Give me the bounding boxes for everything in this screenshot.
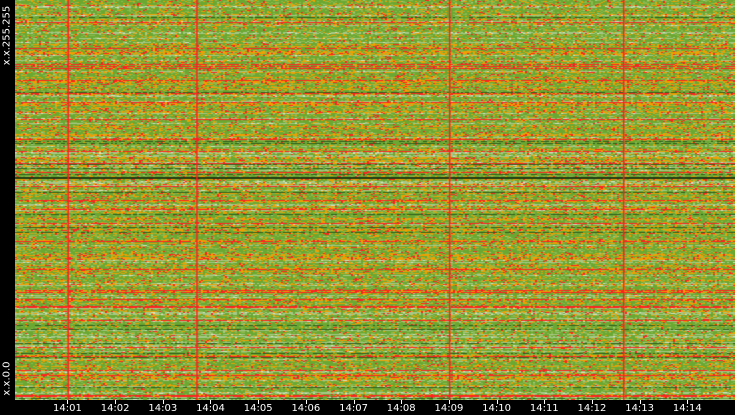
heatmap-canvas[interactable]: [15, 0, 735, 400]
x-tick-label: 14:08: [386, 403, 416, 414]
x-tick-label: 14:09: [434, 403, 464, 414]
x-axis: 14:01 14:02 14:03 14:04 14:05 14:06 14:07 14:08…: [0, 400, 735, 415]
y-label-top: x.x.255.255: [1, 5, 13, 66]
x-tick-label: 14:06: [291, 403, 321, 414]
x-tick-label: 14:10: [482, 403, 511, 414]
x-tick-label: 14:01: [53, 403, 82, 414]
x-tick-label: 14:03: [148, 403, 178, 414]
x-tick-label: 14:07: [339, 403, 368, 414]
x-tick-label: 14:11: [529, 403, 559, 414]
x-tick-label: 14:02: [100, 403, 130, 414]
x-tick-label: 14:05: [243, 403, 273, 414]
x-tick-label: 14:12: [577, 403, 607, 414]
x-tick-label: 14:14: [672, 403, 702, 414]
x-tick-label: 14:04: [196, 403, 225, 414]
x-tick-label: 14:13: [625, 403, 655, 414]
